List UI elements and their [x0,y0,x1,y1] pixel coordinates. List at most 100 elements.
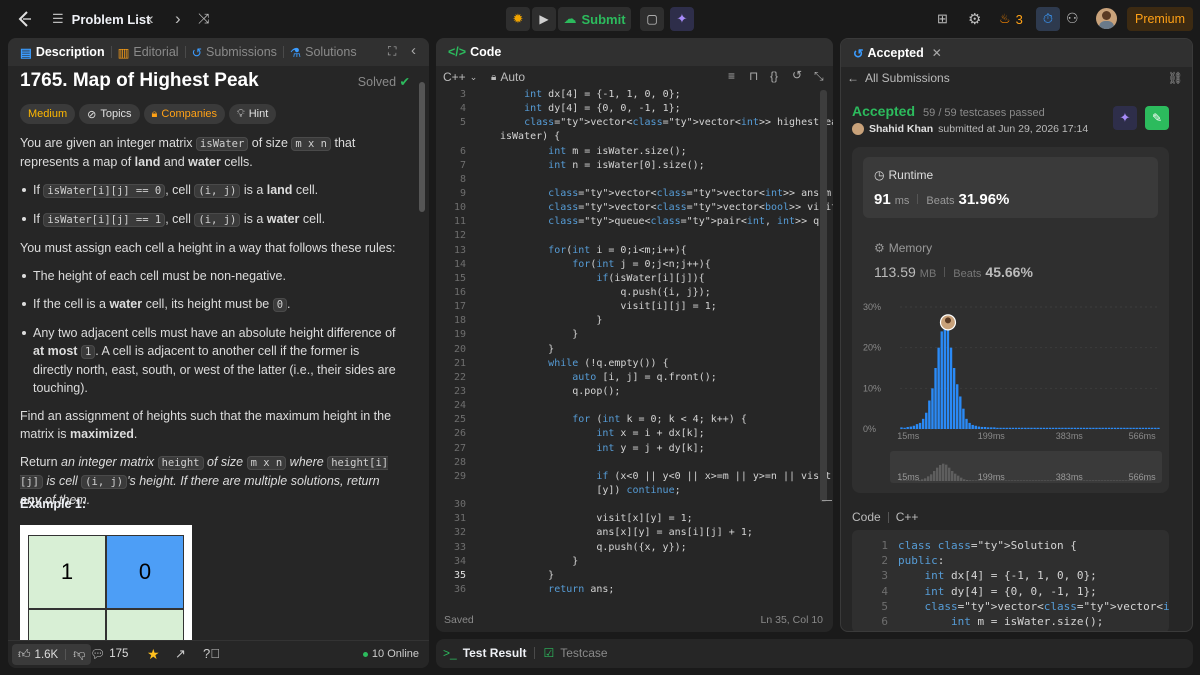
histogram-bar[interactable] [1011,427,1015,429]
histogram-bar[interactable] [921,418,925,429]
histogram-bar[interactable] [946,329,950,429]
hint-chip[interactable]: 💡︎ Hint [229,104,277,124]
histogram-bar[interactable] [1079,427,1083,429]
histogram-bar[interactable] [1055,427,1058,429]
avatar[interactable] [1096,8,1117,29]
auto-mode[interactable]: 🔒︎ Auto [491,70,525,84]
histogram-bar[interactable] [1073,427,1077,429]
language-select[interactable]: C++ ⌄ [443,70,477,84]
topics-chip[interactable]: ⊘ Topics [79,104,140,124]
histogram-bar[interactable] [909,426,912,429]
histogram-bar[interactable] [1101,427,1104,429]
run-button[interactable]: ▶ [532,7,556,31]
debug-button[interactable]: ✹ [506,7,530,31]
histogram-bar[interactable] [1058,427,1061,429]
histogram-bar[interactable] [1123,427,1126,429]
tab-solutions[interactable]: ⚗ Solutions [286,45,361,60]
layout-icon[interactable]: ⊞ [937,11,948,27]
histogram-bar[interactable] [918,422,922,429]
histogram-bar[interactable] [1098,427,1101,429]
histogram-bar[interactable] [1002,427,1005,429]
histogram-bar[interactable] [977,426,981,429]
histogram-bar[interactable] [956,384,959,429]
edit-button[interactable]: ✎ [1145,106,1169,130]
histogram-bar[interactable] [1014,427,1018,429]
histogram-bar[interactable] [1144,427,1148,429]
settings-icon[interactable]: ⚙ [968,10,981,28]
histogram-bar[interactable] [1089,427,1092,429]
histogram-bar[interactable] [1051,427,1055,429]
notes-button[interactable]: ▢ [640,7,664,31]
reset-icon[interactable]: ↺ [792,68,802,82]
histogram-bar[interactable] [1045,427,1049,429]
histogram-bar[interactable] [996,427,999,429]
expand-icon[interactable]: ⤡ [814,69,824,84]
add-friend-icon[interactable]: ⚇ [1066,10,1079,27]
description-scrollbar[interactable] [419,82,425,212]
maximize-icon[interactable]: ⛶ [388,44,396,59]
companies-chip[interactable]: 🔒︎ Companies [143,104,226,124]
help-icon[interactable]: ?⃝ [203,646,220,661]
tab-code[interactable]: </> Code [444,45,505,59]
link-icon[interactable]: ⛓ [1168,71,1183,85]
ai-button[interactable]: ✦ [670,7,694,31]
histogram-bar[interactable] [1027,427,1030,429]
braces-icon[interactable]: {} [770,69,778,83]
histogram-bar[interactable] [1067,427,1070,429]
histogram-bar[interactable] [1129,427,1132,429]
streak-counter[interactable]: ♨ 3 [999,11,1023,27]
histogram-bar[interactable] [990,427,993,429]
chevron-right-icon[interactable]: › [175,9,181,29]
histogram-bar[interactable] [1082,427,1086,429]
bookmark-icon[interactable]: ⊓ [749,69,758,83]
histogram-bar[interactable] [1107,427,1111,429]
histogram-bar[interactable] [1070,427,1073,429]
histogram-bar[interactable] [943,323,947,429]
submit-button[interactable]: ☁ Submit [558,7,631,31]
histogram-bar[interactable] [1008,427,1012,429]
histogram-bar[interactable] [1076,427,1080,429]
histogram-bar[interactable] [1030,427,1033,429]
histogram-bar[interactable] [912,425,916,429]
histogram-bar[interactable] [1021,427,1024,429]
chevron-left-icon[interactable]: ‹ [148,9,154,29]
histogram-bar[interactable] [965,418,968,429]
histogram-bar[interactable] [983,426,987,429]
histogram-bar[interactable] [906,426,909,429]
histogram-bar[interactable] [949,347,953,429]
thumbs-down-icon[interactable]: 👎︎ [73,647,85,662]
difficulty-badge[interactable]: Medium [20,104,76,124]
comments-button[interactable]: 💬︎ 175 [90,647,128,661]
histogram-bar[interactable] [1005,427,1008,429]
collapse-icon[interactable]: ‹ [411,42,416,59]
tab-accepted[interactable]: ↺ Accepted [849,46,928,61]
close-icon[interactable]: ✕ [932,46,942,60]
logo-icon[interactable] [16,10,34,28]
histogram-bar[interactable] [1061,427,1064,429]
histogram-bar[interactable] [999,427,1002,429]
histogram-bar[interactable] [1048,427,1052,429]
histogram-bar[interactable] [1147,427,1151,429]
shuffle-icon[interactable]: ⤨ [198,10,209,27]
share-icon[interactable]: ↗ [175,646,186,662]
histogram-bar[interactable] [903,427,906,429]
premium-button[interactable]: Premium [1127,7,1193,31]
histogram-bar[interactable] [928,400,931,429]
histogram-bar[interactable] [1017,427,1021,429]
runtime-distribution-chart[interactable]: 30% 20% 10% 0% 15ms 199ms 383ms 566ms 15ms 199ms 3… [852,295,1169,491]
histogram-bar[interactable] [952,368,956,429]
analyze-button[interactable]: ✦ [1113,106,1137,130]
all-submissions-link[interactable]: ← All Submissions [847,71,950,85]
histogram-bar[interactable] [1138,427,1142,429]
histogram-bar[interactable] [1039,427,1042,429]
histogram-bar[interactable] [1036,427,1039,429]
timer-button[interactable]: ⏱ [1036,7,1060,31]
histogram-bar[interactable] [968,422,971,429]
tab-description[interactable]: ▤ Description [16,45,109,60]
problem-list-button[interactable]: ☰ Problem List [52,11,150,27]
histogram-bar[interactable] [1116,427,1120,429]
histogram-bar[interactable] [940,331,943,429]
histogram-bar[interactable] [937,347,940,429]
histogram-bar[interactable] [925,412,928,429]
histogram-bar[interactable] [1126,427,1129,429]
